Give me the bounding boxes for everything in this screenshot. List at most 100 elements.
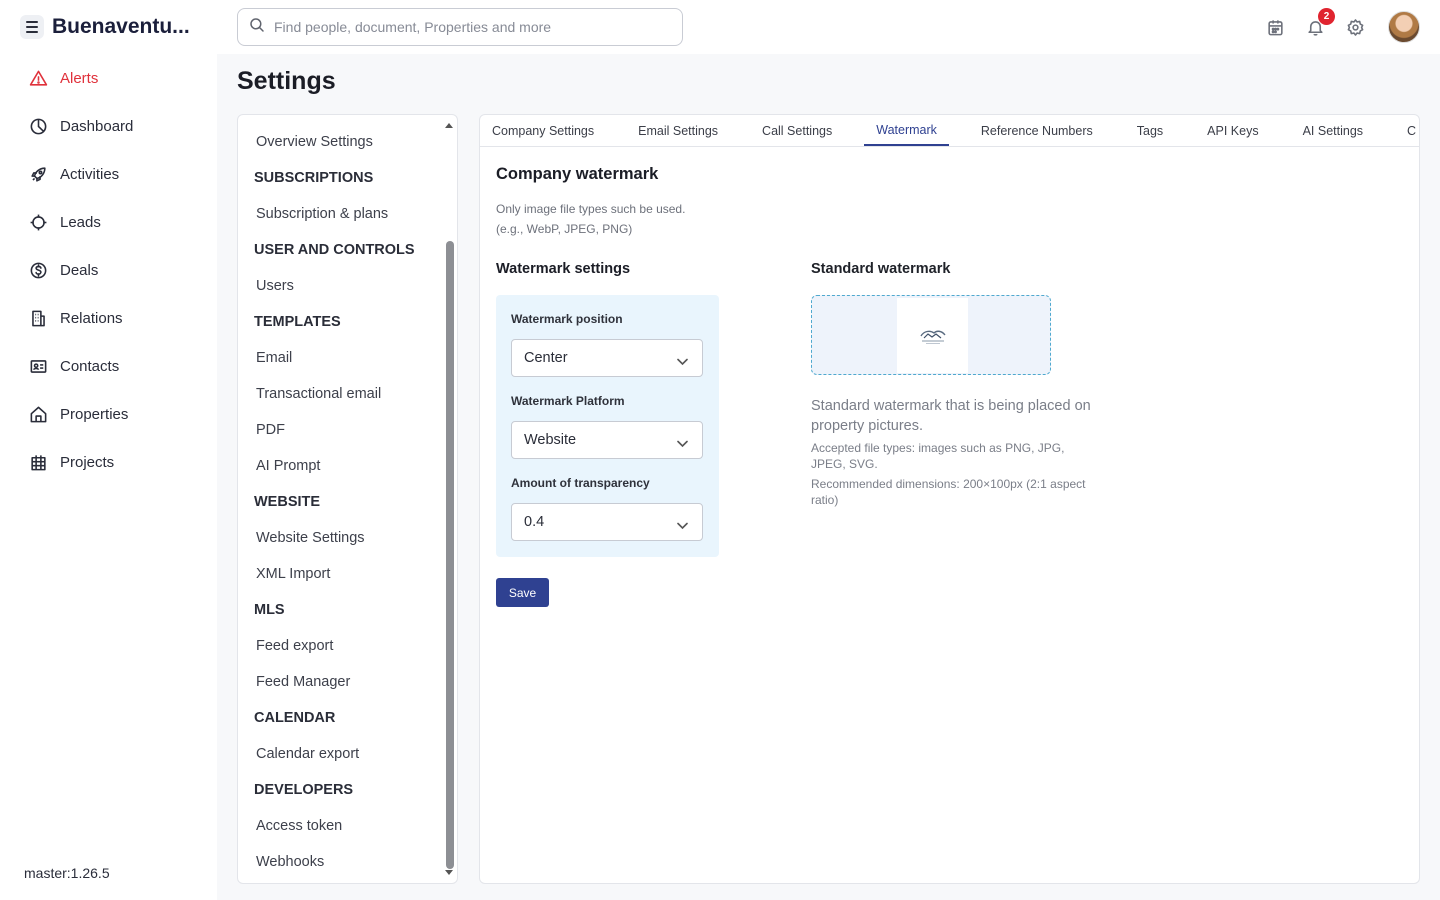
main-nav: Alerts Dashboard Activities Leads Deals [0, 54, 217, 486]
tab-tags[interactable]: Tags [1125, 115, 1175, 146]
section-description: Only image file types such be used. [496, 202, 686, 216]
settings-nav-website-settings[interactable]: Website Settings [238, 520, 443, 556]
chevron-down-icon [677, 518, 688, 534]
tab-watermark[interactable]: Watermark [864, 115, 949, 146]
chevron-down-icon [677, 436, 688, 452]
nav-item-dashboard[interactable]: Dashboard [0, 102, 217, 150]
tab-reference-numbers[interactable]: Reference Numbers [969, 115, 1105, 146]
position-select[interactable]: Center [511, 339, 703, 377]
global-search[interactable] [237, 8, 683, 46]
transparency-label: Amount of transparency [511, 476, 650, 490]
settings-nav-webhooks[interactable]: Webhooks [238, 844, 443, 880]
settings-nav-pdf[interactable]: PDF [238, 412, 443, 448]
contact-card-icon [28, 356, 48, 376]
settings-nav-feed-export[interactable]: Feed export [238, 628, 443, 664]
page-title: Settings [237, 67, 336, 95]
standard-watermark-description: Standard watermark that is being placed … [811, 398, 1091, 434]
nav-item-alerts[interactable]: Alerts [0, 54, 217, 102]
topbar: 2 [217, 0, 1440, 54]
standard-watermark-title: Standard watermark [811, 261, 951, 277]
nav-label: Leads [60, 213, 101, 231]
section-description-examples: (e.g., WebP, JPEG, PNG) [496, 222, 633, 236]
calendar-icon[interactable] [1264, 16, 1286, 38]
rocket-icon [28, 164, 48, 184]
settings-nav-users[interactable]: Users [238, 268, 443, 304]
settings-nav-scrollbar[interactable] [444, 119, 454, 879]
settings-nav-heading-calendar: CALENDAR [254, 710, 336, 726]
platform-label: Watermark Platform [511, 394, 625, 408]
settings-tabs: Company Settings Email Settings Call Set… [480, 115, 1419, 147]
settings-nav-heading-templates: TEMPLATES [254, 314, 341, 330]
settings-nav-heading-subscriptions: SUBSCRIPTIONS [254, 170, 374, 186]
alert-triangle-icon [28, 68, 48, 88]
platform-select[interactable]: Website [511, 421, 703, 459]
settings-nav-transactional-email[interactable]: Transactional email [238, 376, 443, 412]
tab-overflow[interactable]: C [1395, 115, 1419, 146]
tab-api-keys[interactable]: API Keys [1195, 115, 1270, 146]
watermark-preview-image [897, 298, 968, 373]
settings-nav-heading-user: USER AND CONTROLS [254, 242, 415, 258]
settings-nav-subscription-plans[interactable]: Subscription & plans [238, 196, 443, 232]
transparency-select[interactable]: 0.4 [511, 503, 703, 541]
notification-badge: 2 [1318, 8, 1335, 25]
search-input[interactable] [274, 19, 674, 35]
settings-nav-xml-import[interactable]: XML Import [238, 556, 443, 592]
search-icon [248, 16, 266, 39]
section-title: Company watermark [496, 165, 659, 183]
nav-label: Contacts [60, 357, 120, 375]
dollar-circle-icon [28, 260, 48, 280]
settings-nav-access-token[interactable]: Access token [238, 808, 443, 844]
tab-call-settings[interactable]: Call Settings [750, 115, 844, 146]
tab-email-settings[interactable]: Email Settings [626, 115, 730, 146]
nav-item-deals[interactable]: Deals [0, 246, 217, 294]
city-icon [28, 452, 48, 472]
settings-nav-heading-website: WEBSITE [254, 494, 321, 510]
nav-item-projects[interactable]: Projects [0, 438, 217, 486]
nav-item-relations[interactable]: Relations [0, 294, 217, 342]
nav-label: Dashboard [60, 117, 134, 135]
nav-label: Deals [60, 261, 99, 279]
settings-nav-email[interactable]: Email [238, 340, 443, 376]
nav-item-contacts[interactable]: Contacts [0, 342, 217, 390]
nav-label: Relations [60, 309, 123, 327]
settings-nav-ai-prompt[interactable]: AI Prompt [238, 448, 443, 484]
chevron-down-icon [677, 354, 688, 370]
nav-label: Projects [60, 453, 115, 471]
accepted-file-types: Accepted file types: images such as PNG,… [811, 441, 1065, 471]
app-sidebar: Buenaventu... Alerts Dashboard Activitie… [0, 0, 217, 900]
scroll-up-arrow-icon[interactable] [445, 123, 453, 128]
settings-nav-calendar-export[interactable]: Calendar export [238, 736, 443, 772]
pie-chart-icon [28, 116, 48, 136]
watermark-upload-dropzone[interactable] [811, 295, 1051, 375]
user-avatar[interactable] [1388, 11, 1420, 43]
tab-ai-settings[interactable]: AI Settings [1291, 115, 1375, 146]
settings-nav: Overview Settings SUBSCRIPTIONS Subscrip… [237, 114, 458, 884]
watermark-panel: Company Settings Email Settings Call Set… [479, 114, 1420, 884]
topbar-actions: 2 [1264, 8, 1420, 44]
brand-row: Buenaventu... [20, 14, 192, 40]
nav-item-properties[interactable]: Properties [0, 390, 217, 438]
nav-item-leads[interactable]: Leads [0, 198, 217, 246]
settings-nav-heading-developers: DEVELOPERS [254, 782, 354, 798]
recommended-dimensions: Recommended dimensions: 200×100px (2:1 a… [811, 477, 1086, 507]
tab-company-settings[interactable]: Company Settings [480, 115, 606, 146]
settings-nav-feed-manager[interactable]: Feed Manager [238, 664, 443, 700]
nav-item-activities[interactable]: Activities [0, 150, 217, 198]
watermark-settings-title: Watermark settings [496, 261, 631, 277]
platform-value: Website [524, 432, 577, 448]
home-icon [28, 404, 48, 424]
scroll-down-arrow-icon[interactable] [445, 870, 453, 875]
settings-nav-heading-mls: MLS [254, 602, 285, 618]
transparency-value: 0.4 [524, 514, 545, 530]
scrollbar-thumb[interactable] [446, 241, 454, 869]
hamburger-menu-icon[interactable] [20, 15, 44, 39]
target-icon [28, 212, 48, 232]
watermark-logo-icon [919, 330, 946, 344]
notifications-bell-icon[interactable]: 2 [1304, 8, 1335, 38]
save-button[interactable]: Save [496, 578, 549, 607]
nav-label: Activities [60, 165, 120, 183]
settings-gear-icon[interactable] [1344, 16, 1366, 38]
settings-nav-overview[interactable]: Overview Settings [238, 124, 443, 160]
settings-nav-list: Overview Settings SUBSCRIPTIONS Subscrip… [238, 115, 443, 880]
brand-name[interactable]: Buenaventu... [52, 15, 192, 39]
